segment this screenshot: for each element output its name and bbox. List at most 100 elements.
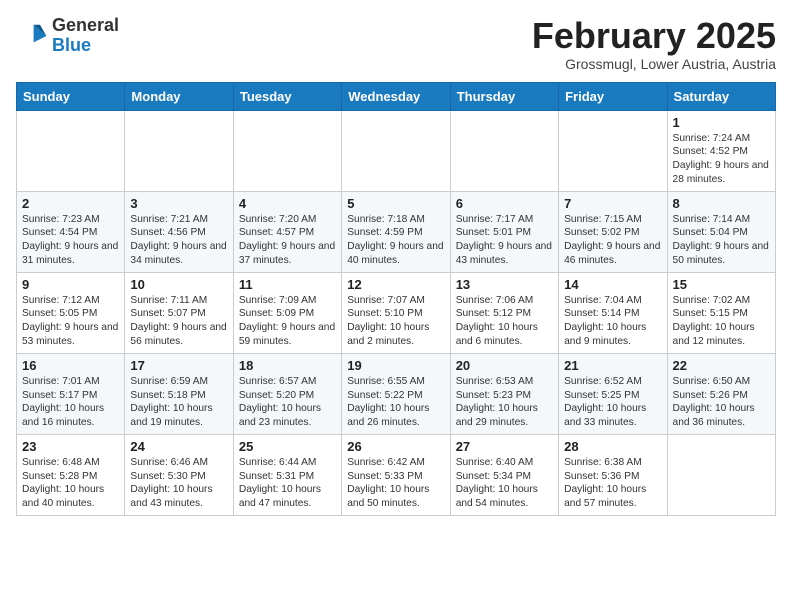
calendar-cell — [667, 434, 775, 515]
calendar-cell — [17, 110, 125, 191]
day-info: Sunrise: 7:06 AM Sunset: 5:12 PM Dayligh… — [456, 294, 553, 349]
day-info: Sunrise: 6:44 AM Sunset: 5:31 PM Dayligh… — [239, 456, 336, 511]
calendar-cell: 16 Sunrise: 7:01 AM Sunset: 5:17 PM Dayli… — [17, 353, 125, 434]
day-header-monday: Monday — [125, 82, 233, 110]
day-number: 6 — [456, 196, 553, 211]
day-info: Sunrise: 7:18 AM Sunset: 4:59 PM Dayligh… — [347, 213, 444, 268]
day-info: Sunrise: 6:57 AM Sunset: 5:20 PM Dayligh… — [239, 375, 336, 430]
calendar-cell: 28 Sunrise: 6:38 AM Sunset: 5:36 PM Dayli… — [559, 434, 667, 515]
calendar-week-1: 1 Sunrise: 7:24 AM Sunset: 4:52 PM Daylig… — [17, 110, 776, 191]
calendar-cell: 10 Sunrise: 7:11 AM Sunset: 5:07 PM Dayli… — [125, 272, 233, 353]
day-info: Sunrise: 6:38 AM Sunset: 5:36 PM Dayligh… — [564, 456, 661, 511]
calendar-cell: 14 Sunrise: 7:04 AM Sunset: 5:14 PM Dayli… — [559, 272, 667, 353]
month-title: February 2025 — [532, 16, 776, 56]
location-subtitle: Grossmugl, Lower Austria, Austria — [532, 56, 776, 72]
calendar-header-row: SundayMondayTuesdayWednesdayThursdayFrid… — [17, 82, 776, 110]
day-info: Sunrise: 6:53 AM Sunset: 5:23 PM Dayligh… — [456, 375, 553, 430]
calendar-cell: 11 Sunrise: 7:09 AM Sunset: 5:09 PM Dayli… — [233, 272, 341, 353]
title-block: February 2025 Grossmugl, Lower Austria, … — [532, 16, 776, 72]
calendar-week-4: 16 Sunrise: 7:01 AM Sunset: 5:17 PM Dayli… — [17, 353, 776, 434]
day-number: 5 — [347, 196, 444, 211]
calendar-cell — [342, 110, 450, 191]
calendar-cell: 26Sunrise: 6:42 AM Sunset: 5:33 PM Dayli… — [342, 434, 450, 515]
logo-general-text: General — [52, 15, 119, 35]
day-info: Sunrise: 7:12 AM Sunset: 5:05 PM Dayligh… — [22, 294, 119, 349]
day-number: 3 — [130, 196, 227, 211]
calendar-week-5: 23Sunrise: 6:48 AM Sunset: 5:28 PM Dayli… — [17, 434, 776, 515]
calendar-cell: 3 Sunrise: 7:21 AM Sunset: 4:56 PM Daylig… — [125, 191, 233, 272]
calendar-cell: 4 Sunrise: 7:20 AM Sunset: 4:57 PM Daylig… — [233, 191, 341, 272]
calendar-cell — [559, 110, 667, 191]
calendar-cell: 7 Sunrise: 7:15 AM Sunset: 5:02 PM Daylig… — [559, 191, 667, 272]
calendar-cell: 9 Sunrise: 7:12 AM Sunset: 5:05 PM Daylig… — [17, 272, 125, 353]
day-number: 25 — [239, 439, 336, 454]
day-number: 15 — [673, 277, 770, 292]
day-number: 19 — [347, 358, 444, 373]
day-info: Sunrise: 7:14 AM Sunset: 5:04 PM Dayligh… — [673, 213, 770, 268]
day-info: Sunrise: 7:15 AM Sunset: 5:02 PM Dayligh… — [564, 213, 661, 268]
day-header-tuesday: Tuesday — [233, 82, 341, 110]
day-info: Sunrise: 6:52 AM Sunset: 5:25 PM Dayligh… — [564, 375, 661, 430]
day-number: 12 — [347, 277, 444, 292]
day-info: Sunrise: 7:04 AM Sunset: 5:14 PM Dayligh… — [564, 294, 661, 349]
day-number: 17 — [130, 358, 227, 373]
calendar-cell: 15Sunrise: 7:02 AM Sunset: 5:15 PM Dayli… — [667, 272, 775, 353]
day-number: 27 — [456, 439, 553, 454]
calendar-week-3: 9 Sunrise: 7:12 AM Sunset: 5:05 PM Daylig… — [17, 272, 776, 353]
day-info: Sunrise: 6:42 AM Sunset: 5:33 PM Dayligh… — [347, 456, 444, 511]
calendar-week-2: 2Sunrise: 7:23 AM Sunset: 4:54 PM Daylig… — [17, 191, 776, 272]
calendar-cell — [233, 110, 341, 191]
calendar-cell: 13 Sunrise: 7:06 AM Sunset: 5:12 PM Dayli… — [450, 272, 558, 353]
calendar-cell: 12Sunrise: 7:07 AM Sunset: 5:10 PM Dayli… — [342, 272, 450, 353]
calendar-cell: 1 Sunrise: 7:24 AM Sunset: 4:52 PM Daylig… — [667, 110, 775, 191]
day-info: Sunrise: 7:01 AM Sunset: 5:17 PM Dayligh… — [22, 375, 119, 430]
logo-text: General Blue — [52, 16, 119, 56]
calendar-cell: 21Sunrise: 6:52 AM Sunset: 5:25 PM Dayli… — [559, 353, 667, 434]
calendar-cell: 25 Sunrise: 6:44 AM Sunset: 5:31 PM Dayli… — [233, 434, 341, 515]
day-number: 7 — [564, 196, 661, 211]
day-number: 4 — [239, 196, 336, 211]
day-header-saturday: Saturday — [667, 82, 775, 110]
day-header-thursday: Thursday — [450, 82, 558, 110]
day-info: Sunrise: 7:11 AM Sunset: 5:07 PM Dayligh… — [130, 294, 227, 349]
calendar-cell: 20Sunrise: 6:53 AM Sunset: 5:23 PM Dayli… — [450, 353, 558, 434]
calendar-table: SundayMondayTuesdayWednesdayThursdayFrid… — [16, 82, 776, 516]
day-info: Sunrise: 6:46 AM Sunset: 5:30 PM Dayligh… — [130, 456, 227, 511]
logo-icon — [16, 20, 48, 52]
day-number: 9 — [22, 277, 119, 292]
day-info: Sunrise: 6:50 AM Sunset: 5:26 PM Dayligh… — [673, 375, 770, 430]
calendar-cell: 24 Sunrise: 6:46 AM Sunset: 5:30 PM Dayli… — [125, 434, 233, 515]
calendar-cell: 27Sunrise: 6:40 AM Sunset: 5:34 PM Dayli… — [450, 434, 558, 515]
day-number: 10 — [130, 277, 227, 292]
day-number: 24 — [130, 439, 227, 454]
calendar-cell: 18 Sunrise: 6:57 AM Sunset: 5:20 PM Dayli… — [233, 353, 341, 434]
day-info: Sunrise: 7:24 AM Sunset: 4:52 PM Dayligh… — [673, 132, 770, 187]
day-info: Sunrise: 6:55 AM Sunset: 5:22 PM Dayligh… — [347, 375, 444, 430]
day-number: 14 — [564, 277, 661, 292]
day-info: Sunrise: 7:09 AM Sunset: 5:09 PM Dayligh… — [239, 294, 336, 349]
day-number: 11 — [239, 277, 336, 292]
day-info: Sunrise: 6:48 AM Sunset: 5:28 PM Dayligh… — [22, 456, 119, 511]
day-number: 8 — [673, 196, 770, 211]
calendar-cell — [450, 110, 558, 191]
day-number: 13 — [456, 277, 553, 292]
calendar-cell: 19 Sunrise: 6:55 AM Sunset: 5:22 PM Dayli… — [342, 353, 450, 434]
day-info: Sunrise: 6:59 AM Sunset: 5:18 PM Dayligh… — [130, 375, 227, 430]
day-info: Sunrise: 7:20 AM Sunset: 4:57 PM Dayligh… — [239, 213, 336, 268]
day-number: 16 — [22, 358, 119, 373]
day-number: 1 — [673, 115, 770, 130]
day-header-wednesday: Wednesday — [342, 82, 450, 110]
calendar-cell: 2Sunrise: 7:23 AM Sunset: 4:54 PM Daylig… — [17, 191, 125, 272]
day-header-friday: Friday — [559, 82, 667, 110]
calendar-cell: 22Sunrise: 6:50 AM Sunset: 5:26 PM Dayli… — [667, 353, 775, 434]
logo: General Blue — [16, 16, 119, 56]
day-info: Sunrise: 7:17 AM Sunset: 5:01 PM Dayligh… — [456, 213, 553, 268]
calendar-cell: 17 Sunrise: 6:59 AM Sunset: 5:18 PM Dayli… — [125, 353, 233, 434]
day-number: 18 — [239, 358, 336, 373]
day-number: 2 — [22, 196, 119, 211]
day-number: 28 — [564, 439, 661, 454]
calendar-cell: 5 Sunrise: 7:18 AM Sunset: 4:59 PM Daylig… — [342, 191, 450, 272]
day-info: Sunrise: 7:21 AM Sunset: 4:56 PM Dayligh… — [130, 213, 227, 268]
calendar-cell: 8 Sunrise: 7:14 AM Sunset: 5:04 PM Daylig… — [667, 191, 775, 272]
page-header: General Blue February 2025 Grossmugl, Lo… — [16, 16, 776, 72]
